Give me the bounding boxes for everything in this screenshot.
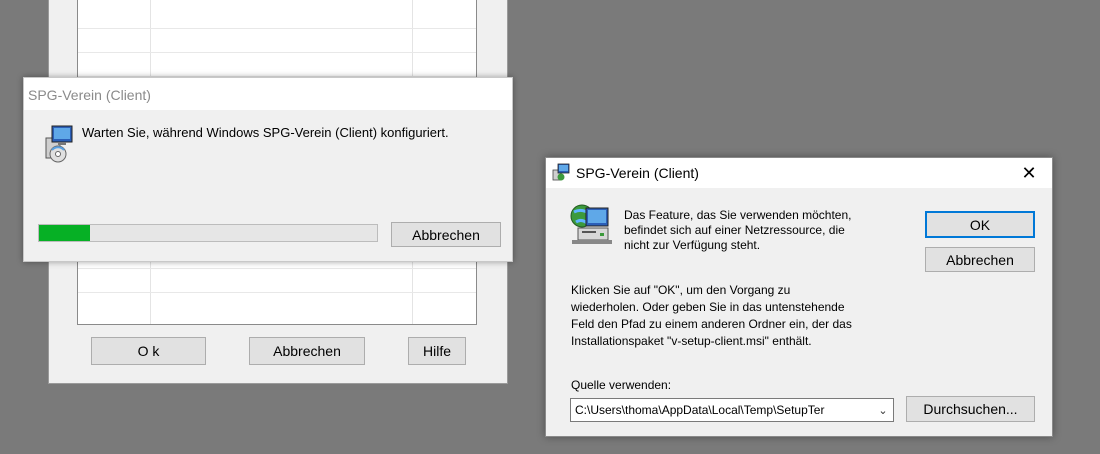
instructions-line: wiederholen. Oder geben Sie in das unten… <box>571 300 845 314</box>
progress-message: Warten Sie, während Windows SPG-Verein (… <box>82 125 449 140</box>
instructions-message: Klicken Sie auf "OK", um den Vorgang zu … <box>571 282 891 350</box>
source-dialog: SPG-Verein (Client) ✕ Das Feature, das S… <box>545 157 1053 437</box>
cancel-button[interactable]: Abbrechen <box>925 247 1035 272</box>
message-line: nicht zur Verfügung steht. <box>624 238 761 252</box>
progress-dialog: SPG-Verein (Client) Warten Sie, während … <box>23 77 513 262</box>
source-label: Quelle verwenden: <box>571 378 672 392</box>
progress-fill <box>39 225 90 241</box>
instructions-line: Installationspaket "v-setup-client.msi" … <box>571 334 812 348</box>
source-path-combobox[interactable]: C:\Users\thoma\AppData\Local\Temp\SetupT… <box>570 398 894 422</box>
message-line: Das Feature, das Sie verwenden möchten, <box>624 208 852 222</box>
dialog-title: SPG-Verein (Client) <box>576 165 699 181</box>
cancel-button[interactable]: Abbrechen <box>249 337 365 365</box>
source-path-value: C:\Users\thoma\AppData\Local\Temp\SetupT… <box>575 403 825 417</box>
instructions-line: Klicken Sie auf "OK", um den Vorgang zu <box>571 283 791 297</box>
close-icon[interactable]: ✕ <box>1006 158 1052 188</box>
installer-icon <box>45 125 73 163</box>
network-drive-icon <box>570 204 612 244</box>
installer-icon <box>552 163 570 181</box>
message-line: befindet sich auf einer Netzressource, d… <box>624 223 845 237</box>
ok-button[interactable]: O k <box>91 337 206 365</box>
chevron-down-icon[interactable]: ⌄ <box>873 404 893 417</box>
cancel-button[interactable]: Abbrechen <box>391 222 501 247</box>
help-button[interactable]: Hilfe <box>408 337 466 365</box>
progress-bar <box>38 224 378 242</box>
feature-message: Das Feature, das Sie verwenden möchten, … <box>624 208 894 253</box>
browse-button[interactable]: Durchsuchen... <box>906 396 1035 422</box>
ok-button[interactable]: OK <box>925 211 1035 238</box>
instructions-line: Feld den Pfad zu einem anderen Ordner ei… <box>571 317 852 331</box>
dialog-title: SPG-Verein (Client) <box>28 87 151 103</box>
